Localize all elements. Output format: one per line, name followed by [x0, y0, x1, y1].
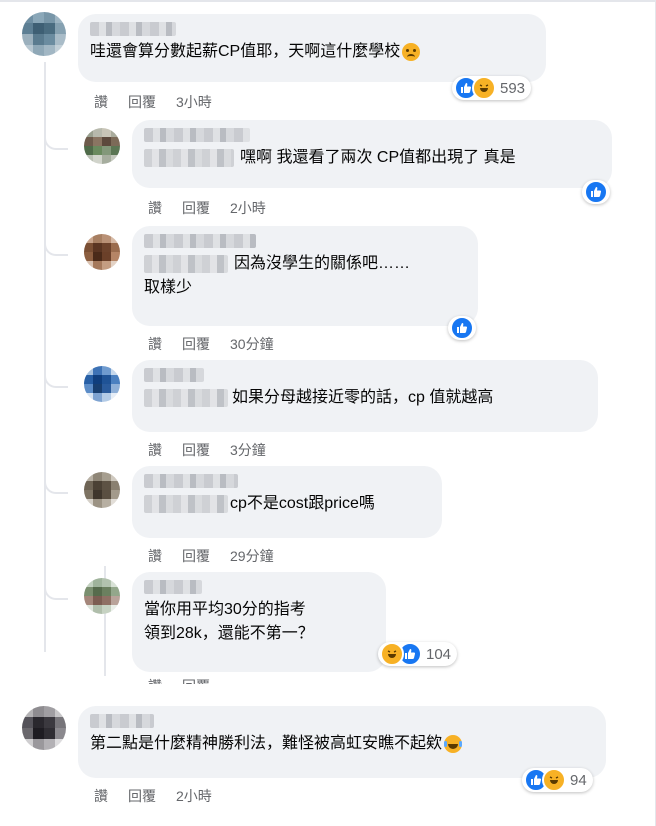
timestamp[interactable]: 3小時 — [176, 92, 212, 112]
reply-actions: 讚回覆 30分鐘 — [148, 334, 294, 354]
avatar[interactable] — [84, 234, 120, 270]
reply-actions: 讚回覆 2小時 — [148, 198, 286, 218]
comment-bubble: 第二點是什麼精神勝利法，難怪被高虹安瞧不起欸 — [78, 706, 606, 778]
reaction-summary[interactable]: 593 — [452, 76, 532, 100]
avatar[interactable] — [84, 578, 120, 614]
mention-tag[interactable] — [144, 255, 228, 273]
comment-bubble: 哇還會算分數起薪CP值耶，天啊這什麼學校 — [78, 14, 546, 82]
reaction-summary[interactable] — [448, 316, 476, 340]
comment-text: 嘿啊 我還看了兩次 CP值都出現了 真是 — [144, 146, 600, 170]
author-name[interactable] — [144, 580, 202, 594]
like-button[interactable]: 讚 — [148, 676, 162, 684]
timestamp[interactable]: 3分鐘 — [230, 440, 266, 460]
comment-text: 因為沒學生的關係吧…… — [144, 252, 466, 276]
like-reaction-icon — [584, 180, 608, 204]
comment-text: 哇還會算分數起薪CP值耶，天啊這什麼學校 — [90, 40, 534, 64]
top-divider — [0, 0, 656, 2]
sad-emoji-icon — [402, 43, 421, 61]
timestamp[interactable]: 29分鐘 — [230, 546, 274, 566]
haha-reaction-icon — [542, 768, 566, 792]
reply-button[interactable]: 回覆 — [182, 676, 210, 684]
reaction-count: 104 — [426, 645, 452, 663]
mention-tag[interactable] — [144, 149, 234, 167]
like-button[interactable]: 讚 — [148, 334, 162, 354]
reply-button[interactable]: 回覆 — [128, 92, 156, 112]
haha-reaction-icon — [380, 642, 404, 666]
like-button[interactable]: 讚 — [148, 198, 162, 218]
thread-line-1 — [44, 62, 46, 652]
avatar[interactable] — [84, 472, 120, 508]
thread-branch — [44, 576, 68, 600]
comment-text: cp不是cost跟price嗎 — [144, 492, 430, 516]
like-reaction-icon — [450, 316, 474, 340]
reaction-count: 593 — [500, 79, 526, 97]
reply-actions-clipped: 讚 回覆 — [148, 676, 250, 684]
reaction-summary[interactable]: 104 — [378, 642, 458, 666]
like-button[interactable]: 讚 — [148, 546, 162, 566]
thread-branch — [44, 232, 68, 256]
avatar[interactable] — [84, 366, 120, 402]
comment-text-line2: 取樣少 — [144, 279, 193, 297]
timestamp[interactable]: 30分鐘 — [230, 334, 274, 354]
author-name[interactable] — [90, 714, 154, 728]
reply-actions: 讚回覆 3分鐘 — [148, 440, 286, 460]
reply-button[interactable]: 回覆 — [182, 546, 210, 566]
reply-button[interactable]: 回覆 — [182, 334, 210, 354]
mention-tag[interactable] — [144, 389, 228, 407]
author-name[interactable] — [144, 474, 238, 488]
thread-branch — [44, 126, 68, 150]
comment-actions: 讚回覆 2小時 — [94, 786, 232, 806]
comment-text-line2: 領到28k，還能不第一？ — [144, 625, 314, 643]
author-name[interactable] — [144, 368, 204, 382]
reaction-summary[interactable]: 94 — [522, 768, 593, 792]
thread-branch — [44, 470, 68, 494]
author-name[interactable] — [144, 234, 256, 248]
mention-tag[interactable] — [144, 495, 228, 513]
like-button[interactable]: 讚 — [94, 786, 108, 806]
reaction-summary[interactable] — [582, 180, 610, 204]
comment-actions: 讚回覆 3小時 — [94, 92, 232, 112]
author-name[interactable] — [90, 22, 176, 36]
reply-button[interactable]: 回覆 — [182, 198, 210, 218]
comment-text: 當你用平均30分的指考 — [144, 601, 306, 618]
reply-button[interactable]: 回覆 — [128, 786, 156, 806]
reply-bubble: cp不是cost跟price嗎 — [132, 466, 442, 538]
reply-bubble: 當你用平均30分的指考 領到28k，還能不第一？ — [132, 572, 386, 672]
thread-branch — [44, 364, 68, 388]
comment-text: 如果分母越接近零的話，cp 值就越高 — [144, 386, 586, 410]
reply-bubble: 如果分母越接近零的話，cp 值就越高 — [132, 360, 598, 432]
like-button[interactable]: 讚 — [94, 92, 108, 112]
reply-button[interactable]: 回覆 — [182, 440, 210, 460]
timestamp[interactable]: 2小時 — [176, 786, 212, 806]
timestamp[interactable]: 2小時 — [230, 198, 266, 218]
laughing-tears-emoji-icon — [444, 735, 463, 753]
author-name[interactable] — [144, 128, 250, 142]
avatar[interactable] — [84, 128, 120, 164]
avatar[interactable] — [22, 706, 66, 750]
haha-reaction-icon — [472, 76, 496, 100]
like-button[interactable]: 讚 — [148, 440, 162, 460]
reply-actions: 讚回覆 29分鐘 — [148, 546, 294, 566]
reaction-count: 94 — [570, 771, 587, 789]
avatar[interactable] — [22, 12, 66, 56]
comment-text: 第二點是什麼精神勝利法，難怪被高虹安瞧不起欸 — [90, 732, 594, 756]
reply-bubble: 因為沒學生的關係吧…… 取樣少 — [132, 226, 478, 326]
reply-bubble: 嘿啊 我還看了兩次 CP值都出現了 真是 — [132, 120, 612, 188]
